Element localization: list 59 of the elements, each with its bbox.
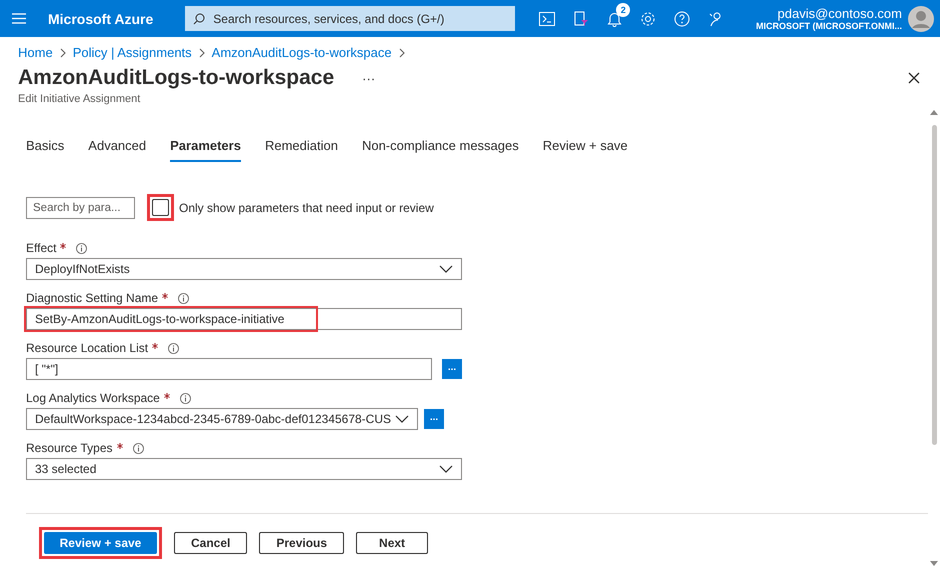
search-field[interactable]: Search by para... xyxy=(26,196,135,218)
breadcrumb-link[interactable]: Home xyxy=(18,45,53,60)
chevron-right-icon xyxy=(58,48,67,58)
input-field[interactable]: [ "*"] xyxy=(26,358,432,380)
chevron-right-icon xyxy=(398,48,406,58)
close-button[interactable] xyxy=(906,70,922,86)
chevron-right-icon xyxy=(198,48,206,58)
checkbox[interactable] xyxy=(152,199,169,216)
secondary-button[interactable]: Next xyxy=(356,532,428,554)
search-field[interactable]: Search resources, services, and docs (G+/) xyxy=(185,6,516,31)
info-icon[interactable] xyxy=(168,342,180,354)
scroll-up-icon[interactable] xyxy=(930,109,938,115)
browse-button[interactable]: ... xyxy=(424,409,444,429)
browse-button[interactable]: ... xyxy=(442,359,462,379)
info-icon[interactable] xyxy=(178,292,190,304)
dropdown[interactable]: 33 selected xyxy=(26,458,462,480)
notification-count: 2 xyxy=(616,2,630,16)
secondary-button[interactable]: Previous xyxy=(259,532,344,554)
tab[interactable]: Non-compliance messages xyxy=(362,138,519,162)
input-field[interactable]: SetBy-AmzonAuditLogs-to-workspace-initiative xyxy=(26,308,462,330)
scroll-down-icon[interactable] xyxy=(930,561,938,567)
search-icon xyxy=(193,12,206,24)
breadcrumb-link[interactable]: Policy | Assignments xyxy=(72,45,192,60)
tab[interactable]: Basics xyxy=(26,138,64,162)
page-title: AmzonAuditLogs-to-workspace xyxy=(18,66,334,90)
chevron-down-icon xyxy=(439,465,453,473)
avatar-icon[interactable] xyxy=(908,6,934,32)
field-label: Diagnostic Setting Name xyxy=(26,291,158,305)
info-icon[interactable] xyxy=(132,442,144,454)
secondary-button[interactable]: Cancel xyxy=(174,532,248,554)
breadcrumb-link[interactable]: AmzonAuditLogs-to-workspace xyxy=(212,45,392,60)
filter-icon[interactable] xyxy=(573,10,590,26)
tab[interactable]: Advanced xyxy=(88,138,146,162)
field-label: Log Analytics Workspace xyxy=(26,391,160,405)
settings-icon[interactable] xyxy=(640,10,656,26)
dropdown[interactable]: DeployIfNotExists xyxy=(26,258,462,280)
more-button[interactable]: ··· xyxy=(356,70,382,86)
checkbox-label: Only show parameters that need input or review xyxy=(179,200,434,214)
brand-name: Microsoft Azure xyxy=(48,10,154,26)
info-icon[interactable] xyxy=(76,242,88,254)
tab[interactable]: Remediation xyxy=(264,138,338,162)
user-email[interactable]: pdavis@contoso.com xyxy=(778,6,902,21)
scrollbar-thumb[interactable] xyxy=(932,125,936,445)
tab[interactable]: Review + save xyxy=(542,138,628,162)
dropdown[interactable]: DefaultWorkspace-1234abcd-2345-6789-0abc-def012345678-CUS xyxy=(26,408,418,430)
tenant-name: MICROSOFT (MICROSOFT.ONMI... xyxy=(756,21,902,31)
tab[interactable]: Parameters xyxy=(170,138,241,162)
page-subtitle: Edit Initiative Assignment xyxy=(17,92,142,105)
terminal-icon[interactable] xyxy=(539,12,556,26)
chevron-down-icon xyxy=(395,415,409,423)
help-icon[interactable] xyxy=(674,10,690,26)
field-label: Effect xyxy=(26,241,56,255)
field-label: Resource Types xyxy=(26,441,112,455)
chevron-down-icon xyxy=(439,265,453,273)
menu-icon[interactable] xyxy=(12,13,26,24)
primary-button[interactable]: Review + save xyxy=(44,532,157,554)
info-icon[interactable] xyxy=(180,392,191,404)
bell-icon[interactable] xyxy=(607,10,622,26)
field-label: Resource Location List xyxy=(26,341,148,355)
